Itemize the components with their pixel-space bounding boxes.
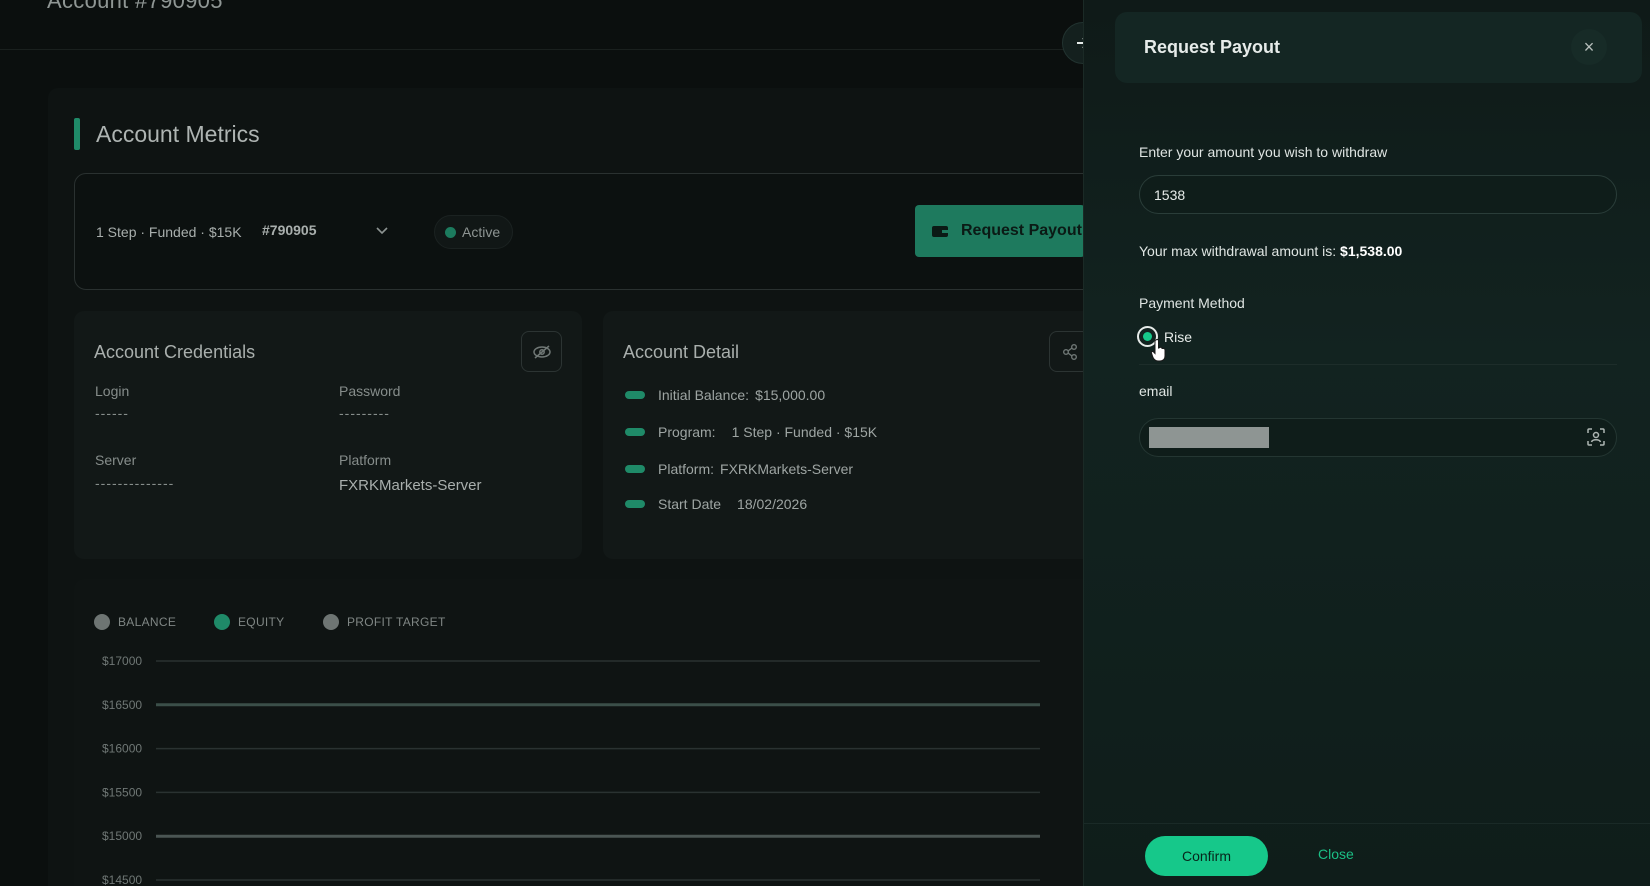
divider	[1139, 364, 1617, 365]
detail-key: Program:	[658, 424, 716, 440]
legend-dot-icon	[94, 614, 110, 630]
password-value: ---------	[339, 405, 390, 421]
payment-method-label: Payment Method	[1139, 295, 1245, 311]
request-payout-label: Request Payout	[961, 222, 1082, 239]
bullet-pill-icon	[625, 500, 645, 508]
y-tick-label: $16500	[102, 698, 142, 712]
account-name: 1 Step · Funded · $15K	[96, 224, 242, 240]
toggle-visibility-button[interactable]	[521, 331, 562, 372]
payment-option-label: Rise	[1164, 328, 1193, 345]
bullet-pill-icon	[625, 465, 645, 473]
eye-off-icon	[532, 344, 551, 359]
amount-label: Enter your amount you wish to withdraw	[1139, 144, 1388, 160]
detail-key: Start Date	[658, 496, 722, 512]
chevron-down-icon[interactable]	[374, 222, 390, 238]
email-value-redacted	[1149, 427, 1269, 448]
status-text: Active	[462, 224, 501, 240]
page-header: Account #790905	[0, 0, 1100, 50]
detail-value: 1 Step · Funded · $15K	[731, 424, 878, 440]
password-label: Password	[339, 383, 401, 399]
legend-label: BALANCE	[118, 615, 177, 629]
legend-dot-icon	[214, 614, 230, 630]
email-label: email	[1139, 383, 1173, 399]
detail-value: $15,000.00	[755, 387, 826, 403]
wallet-icon	[932, 226, 948, 237]
y-tick-label: $15000	[102, 829, 142, 843]
login-label: Login	[95, 383, 130, 399]
bullet-pill-icon	[625, 391, 645, 399]
section-title: Account Metrics	[74, 118, 260, 150]
legend-label: PROFIT TARGET	[347, 615, 446, 629]
detail-row-program: Program: 1 Step · Funded · $15K	[625, 424, 877, 440]
page-title: Account #790905	[47, 0, 223, 13]
legend-label: EQUITY	[238, 615, 285, 629]
scan-user-icon[interactable]	[1586, 427, 1606, 447]
detail-key: Initial Balance:	[658, 387, 750, 403]
max-withdrawal-prefix: Your max withdrawal amount is:	[1139, 243, 1337, 259]
close-icon[interactable]: ×	[1571, 29, 1607, 65]
close-button[interactable]: Close	[1318, 846, 1354, 862]
detail-value: FXRKMarkets-Server	[720, 461, 854, 477]
y-tick-label: $17000	[102, 654, 142, 668]
section-accent-bar	[74, 118, 80, 150]
y-tick-label: $16000	[102, 742, 142, 756]
y-tick-label: $15500	[102, 785, 142, 799]
max-withdrawal-value: $1,538.00	[1340, 243, 1403, 259]
detail-row-start-date: Start Date 18/02/2026	[625, 496, 807, 512]
bullet-pill-icon	[625, 428, 645, 436]
share-icon	[1062, 343, 1077, 360]
detail-key: Platform:	[658, 461, 715, 477]
status-dot-icon	[445, 226, 456, 238]
server-value: --------------	[95, 475, 175, 491]
account-detail-title: Account Detail	[623, 342, 740, 362]
detail-value: 18/02/2026	[737, 496, 808, 512]
request-payout-button[interactable]: Request Payout	[915, 205, 1085, 257]
credentials-title: Account Credentials	[94, 342, 256, 362]
legend-balance[interactable]: BALANCE	[94, 614, 176, 630]
hand-cursor-icon	[1150, 338, 1166, 362]
detail-row-initial-balance: Initial Balance: $15,000.00	[625, 387, 825, 403]
footer-divider	[1083, 823, 1650, 824]
detail-row-platform: Platform: FXRKMarkets-Server	[625, 461, 853, 477]
legend-profit-target[interactable]: PROFIT TARGET	[323, 614, 446, 630]
status-badge: Active	[434, 215, 514, 249]
equity-chart: $17000 $16500 $16000 $15500 $15000 $14500	[102, 654, 1040, 886]
platform-value: FXRKMarkets-Server	[339, 477, 482, 494]
y-tick-label: $14500	[102, 873, 142, 886]
legend-equity[interactable]: EQUITY	[214, 614, 284, 630]
section-title-text: Account Metrics	[96, 120, 260, 147]
drawer-title: Request Payout	[1144, 37, 1281, 57]
account-id-dropdown[interactable]: #790905	[262, 222, 317, 238]
server-label: Server	[95, 452, 137, 468]
confirm-button[interactable]: Confirm	[1145, 836, 1268, 876]
max-withdrawal-text: Your max withdrawal amount is: $1,538.00	[1139, 243, 1402, 259]
legend-dot-icon	[323, 614, 339, 630]
platform-label: Platform	[339, 452, 392, 468]
amount-input[interactable]	[1139, 175, 1617, 214]
login-value: ------	[95, 405, 129, 421]
